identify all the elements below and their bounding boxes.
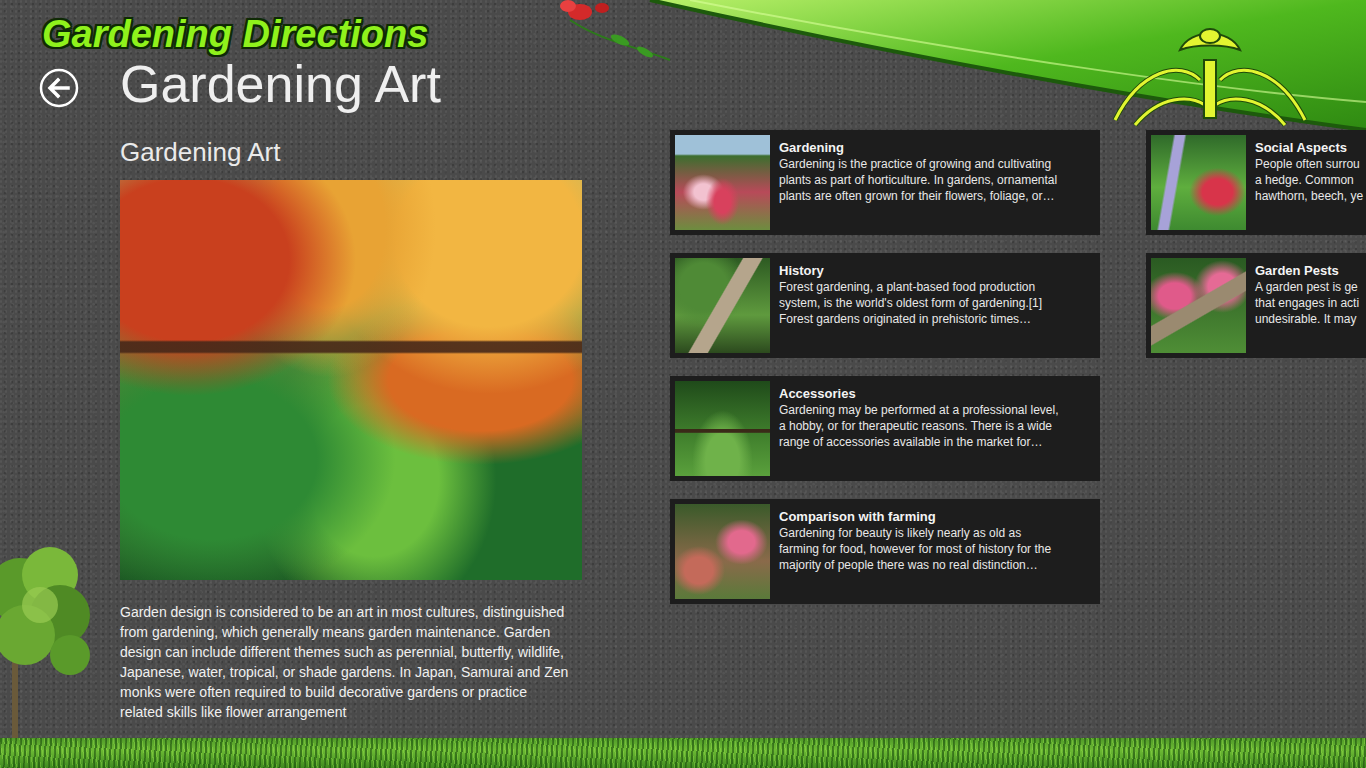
body-line: design can include different themes such… [120, 642, 620, 662]
app-logo: Gardening Directions [0, 0, 1366, 58]
tile-summary-line: Gardening may be performed at a professi… [779, 402, 1059, 418]
tile-thumbnail [675, 504, 770, 599]
tile-summary-line: a hobby, or for therapeutic reasons. The… [779, 418, 1059, 434]
tile-summary-line: that engages in acti [1255, 295, 1359, 311]
back-arrow-icon[interactable] [39, 68, 79, 108]
tile-text: Garden PestsA garden pest is gethat enga… [1255, 258, 1363, 327]
tile-summary-line: farming for food, however for most of hi… [779, 541, 1051, 557]
tile-summary-line: plants are often grown for their flowers… [779, 188, 1057, 204]
tile-text: Comparison with farmingGardening for bea… [779, 504, 1055, 573]
tile-thumbnail [1151, 258, 1246, 353]
tile-title: Accessories [779, 385, 1059, 402]
body-line: Japanese, water, tropical, or shade gard… [120, 662, 620, 682]
tile-summary-line: system, is the world's oldest form of ga… [779, 295, 1042, 311]
content-area: Gardening Art Garden design is considere… [0, 130, 1366, 738]
tile-summary-line: hawthorn, beech, ye [1255, 188, 1363, 204]
tile-thumbnail [675, 135, 770, 230]
tile-summary-line: Forest gardening, a plant-based food pro… [779, 279, 1042, 295]
app-window: Gardening Directions Gardening Art Garde… [0, 0, 1366, 768]
tile-title: History [779, 262, 1042, 279]
topic-tile[interactable]: Social AspectsPeople often surroua hedge… [1146, 130, 1366, 235]
tile-text: Social AspectsPeople often surroua hedge… [1255, 135, 1366, 204]
tile-summary-line: People often surrou [1255, 156, 1363, 172]
tree-icon [0, 530, 95, 742]
tile-text: GardeningGardening is the practice of gr… [779, 135, 1061, 204]
tile-text: HistoryForest gardening, a plant-based f… [779, 258, 1046, 327]
topic-tile[interactable]: Comparison with farmingGardening for bea… [670, 499, 1100, 604]
article-photo [120, 180, 582, 580]
article-body: Garden design is considered to be an art… [120, 602, 620, 722]
title-row: Gardening Art [0, 58, 1366, 118]
topic-tiles: GardeningGardening is the practice of gr… [670, 130, 1366, 738]
article-heading: Gardening Art [120, 136, 620, 168]
page-title: Gardening Art [120, 54, 441, 114]
body-line: related skills like flower arrangement [120, 702, 620, 722]
tile-thumbnail [675, 258, 770, 353]
tile-title: Gardening [779, 139, 1057, 156]
tile-summary-line: plants as part of horticulture. In garde… [779, 172, 1057, 188]
tile-summary-line: A garden pest is ge [1255, 279, 1359, 295]
body-line: from gardening, which generally means ga… [120, 622, 620, 642]
topic-tile[interactable]: HistoryForest gardening, a plant-based f… [670, 253, 1100, 358]
tile-summary-line: a hedge. Common [1255, 172, 1363, 188]
article-panel: Gardening Art Garden design is considere… [120, 130, 620, 738]
body-line: monks were often required to build decor… [120, 682, 620, 702]
topic-tile[interactable]: GardeningGardening is the practice of gr… [670, 130, 1100, 235]
banner-swoosh-icon [540, 0, 1366, 135]
tile-title: Social Aspects [1255, 139, 1363, 156]
tile-summary-line: undesirable. It may [1255, 311, 1359, 327]
tile-summary-line: Forest gardens originated in prehistoric… [779, 311, 1042, 327]
topic-tile[interactable]: Garden PestsA garden pest is gethat enga… [1146, 253, 1366, 358]
tile-summary-line: majority of people there was no real dis… [779, 557, 1051, 573]
tile-thumbnail [675, 381, 770, 476]
tile-thumbnail [1151, 135, 1246, 230]
tile-text: AccessoriesGardening may be performed at… [779, 381, 1063, 450]
topic-tile[interactable]: AccessoriesGardening may be performed at… [670, 376, 1100, 481]
body-line: Garden design is considered to be an art… [120, 602, 620, 622]
tile-summary-line: range of accessories available in the ma… [779, 434, 1059, 450]
tile-summary-line: Gardening for beauty is likely nearly as… [779, 525, 1051, 541]
app-header: Gardening Directions Gardening Art [0, 0, 1366, 130]
tile-title: Garden Pests [1255, 262, 1359, 279]
tile-summary-line: Gardening is the practice of growing and… [779, 156, 1057, 172]
tile-title: Comparison with farming [779, 508, 1051, 525]
grass-strip [0, 738, 1366, 768]
logo-text: Gardening Directions [42, 13, 428, 55]
